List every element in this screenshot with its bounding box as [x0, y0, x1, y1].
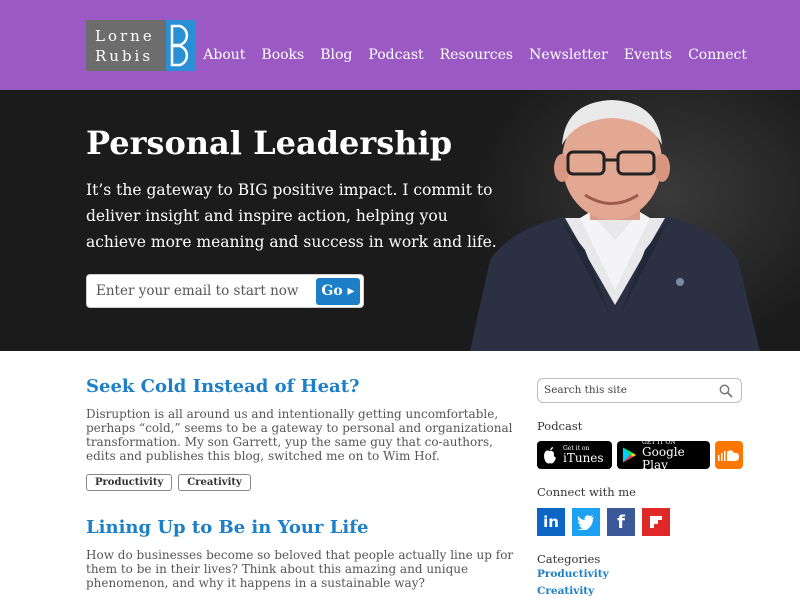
search-input[interactable] — [544, 384, 714, 396]
google-play-badge[interactable]: GET IT ON Google Play — [617, 439, 710, 472]
facebook-icon[interactable]: f — [607, 508, 635, 536]
itunes-badge-big: iTunes — [563, 451, 604, 465]
twitter-icon[interactable] — [572, 508, 600, 536]
sidebar: Podcast Get it on iTunes GET IT ON Googl… — [537, 378, 743, 600]
category-creativity[interactable]: Creativity — [537, 583, 743, 600]
nav-events[interactable]: Events — [624, 47, 672, 63]
nav-podcast[interactable]: Podcast — [368, 47, 423, 63]
soundcloud-icon — [718, 450, 739, 461]
hero-tagline: It’s the gateway to BIG positive impact.… — [86, 181, 497, 251]
hero-banner: Personal Leadership It’s the gateway to … — [0, 90, 800, 351]
google-play-badge-big: Google Play — [642, 444, 685, 472]
post-excerpt: Disruption is all around us and intentio… — [86, 407, 513, 463]
author-portrait — [470, 100, 760, 351]
nav-connect[interactable]: Connect — [688, 47, 747, 63]
podcast-badges: Get it on iTunes GET IT ON Google Play — [537, 439, 743, 472]
flipboard-icon[interactable] — [642, 508, 670, 536]
site-search — [537, 378, 742, 403]
post-title-link[interactable]: Lining Up to Be in Your Life — [86, 517, 516, 538]
tag-creativity[interactable]: Creativity — [178, 474, 251, 491]
linkedin-icon[interactable]: in — [537, 508, 565, 536]
nav-about[interactable]: About — [203, 47, 245, 63]
email-input[interactable] — [96, 281, 316, 301]
nav-resources[interactable]: Resources — [440, 47, 513, 63]
logo-line-1: Lorne — [95, 27, 155, 45]
nav-books[interactable]: Books — [261, 47, 304, 63]
logo-glasses-icon — [166, 20, 196, 71]
logo-line-2: Rubis — [95, 47, 154, 65]
nav-newsletter[interactable]: Newsletter — [529, 47, 608, 63]
site-logo[interactable]: Lorne Rubis — [86, 20, 196, 71]
tag-productivity[interactable]: Productivity — [86, 474, 173, 491]
categories-heading: Categories — [537, 552, 601, 566]
soundcloud-badge[interactable] — [715, 441, 743, 469]
go-button[interactable]: Go ▸ — [316, 278, 360, 305]
post-tags: Productivity Creativity — [86, 474, 516, 491]
logo-wordmark: Lorne Rubis — [86, 20, 166, 71]
main-nav: About Books Blog Podcast Resources Newsl… — [187, 47, 747, 63]
post-excerpt: How do businesses become so beloved that… — [86, 548, 514, 590]
podcast-heading: Podcast — [537, 419, 583, 433]
email-signup-form: Go ▸ — [86, 274, 364, 308]
hero-title: Personal Leadership — [86, 124, 453, 162]
category-productivity[interactable]: Productivity — [537, 566, 743, 583]
google-play-icon — [622, 447, 637, 463]
post-item: Lining Up to Be in Your Life How do busi… — [86, 517, 516, 590]
site-header: Lorne Rubis About Books Blog Podcast Res… — [0, 0, 800, 90]
connect-heading: Connect with me — [537, 485, 636, 499]
itunes-badge[interactable]: Get it on iTunes — [537, 441, 612, 469]
apple-icon — [544, 447, 556, 464]
post-item: Seek Cold Instead of Heat? Disruption is… — [86, 376, 516, 491]
post-title-link[interactable]: Seek Cold Instead of Heat? — [86, 376, 516, 397]
social-links: in f — [537, 508, 743, 536]
search-icon[interactable] — [719, 384, 733, 398]
nav-blog[interactable]: Blog — [320, 47, 352, 63]
